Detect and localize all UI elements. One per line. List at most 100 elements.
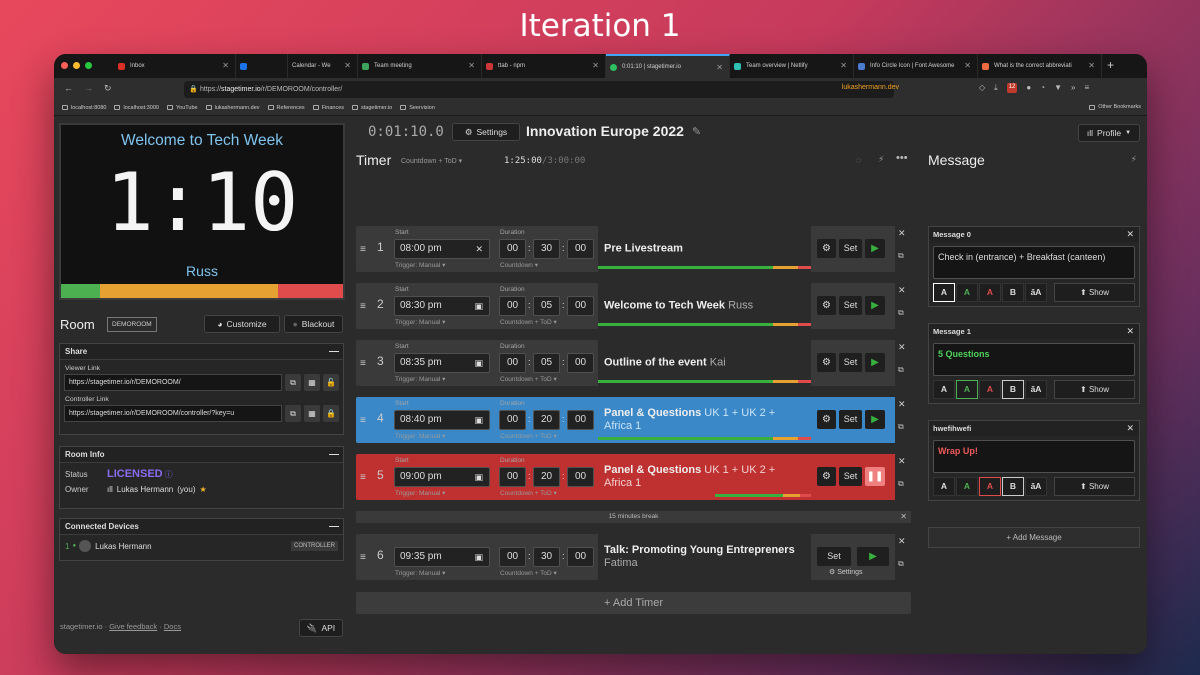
duration-hours-input[interactable]: 00 [499,547,526,567]
info-circle-icon[interactable]: ⓘ [165,469,173,480]
duplicate-icon[interactable]: ⧉ [898,559,904,569]
play-icon[interactable]: ▶ [857,547,889,566]
duplicate-icon[interactable]: ⧉ [898,365,904,375]
gear-icon[interactable]: ⚙ [817,239,836,258]
drag-handle[interactable]: ≡ 5 [356,454,390,500]
set-button[interactable]: Set [839,353,862,372]
controller-link-input[interactable]: https://stagetimer.io/r/DEMOROOM/control… [64,405,282,422]
duration-minutes-input[interactable]: 05 [533,353,560,373]
hide-eye-icon[interactable]: ◌ [856,155,861,165]
viewer-link-input[interactable]: https://stagetimer.io/r/DEMOROOM/ [64,374,282,391]
delete-icon[interactable]: ✕ [898,536,906,547]
set-button[interactable]: Set [839,296,862,315]
bold-button[interactable]: B [1002,380,1024,399]
red-color-button[interactable]: A [979,283,1001,302]
duration-seconds-input[interactable]: 00 [567,239,594,259]
duration-seconds-input[interactable]: 00 [567,296,594,316]
minimize-window-button[interactable] [73,62,80,69]
pocket-icon[interactable]: ◇ [979,83,985,93]
reload-icon[interactable]: ↻ [104,83,112,94]
close-tab-icon[interactable]: ✕ [592,61,599,70]
close-tab-icon[interactable]: ✕ [222,61,229,70]
bookmark-item[interactable]: References [267,105,305,111]
delete-icon[interactable]: ✕ [898,399,906,410]
close-icon[interactable]: ✕ [1126,227,1134,242]
duration-mode-dropdown[interactable]: Countdown + ToD ▾ [500,318,557,326]
wave-icon[interactable]: ◔ [1040,83,1045,93]
timer-title-field[interactable]: Panel & Questions UK 1 + UK 2 + Africa 1 [598,454,811,500]
duration-minutes-input[interactable]: 20 [533,467,560,487]
browser-tab-inbox[interactable]: Inbox ✕ [114,54,236,78]
timer-row[interactable]: ≡ 3 Start 08:35 pm ▣ Trigger: Manual ▾ Duratio… [356,340,911,386]
close-tab-icon[interactable]: ✕ [716,63,723,72]
play-icon[interactable]: ▶ [865,296,885,315]
duplicate-icon[interactable]: ⧉ [898,422,904,432]
duration-mode-dropdown[interactable]: Countdown + ToD ▾ [500,375,557,383]
close-tab-icon[interactable]: ✕ [468,61,475,70]
set-button[interactable]: Set [839,239,862,258]
browser-tab-abbreviation[interactable]: What is the correct abbreviati ✕ [978,54,1102,78]
white-color-button[interactable]: A [933,380,955,399]
collapse-icon[interactable]: — [329,344,339,360]
duplicate-icon[interactable]: ⧉ [898,479,904,489]
red-color-button[interactable]: A [979,477,1001,496]
bookmark-item[interactable]: YouTube [166,105,198,111]
browser-tab-fontawesome[interactable]: Info Circle Icon | Font Awesome ✕ [854,54,978,78]
delete-icon[interactable]: ✕ [898,285,906,296]
settings-link[interactable]: ⚙ Settings [829,568,863,576]
green-color-button[interactable]: A [956,283,978,302]
calendar-icon[interactable]: ▣ [474,468,483,486]
close-icon[interactable]: ✕ [1126,421,1134,436]
timer-title-field[interactable]: Outline of the event Kai [598,340,811,386]
timer-preview[interactable]: Welcome to Tech Week 1:10 Russ [59,123,345,300]
collapse-icon[interactable]: — [329,447,339,463]
timer-title-field[interactable]: Pre Livestream [598,226,811,272]
flash-icon[interactable]: ⚡ [1131,154,1137,165]
timer-title-field[interactable]: Welcome to Tech Week Russ [598,283,811,329]
delete-icon[interactable]: ✕ [898,342,906,353]
duration-seconds-input[interactable]: 00 [567,547,594,567]
event-title[interactable]: Innovation Europe 2022 [526,123,684,139]
pause-icon[interactable]: ❚❚ [865,467,885,486]
bookmark-item[interactable]: lukashermann.dev [205,105,260,111]
trigger-dropdown[interactable]: Trigger: Manual ▾ [395,432,445,440]
bookmark-item[interactable]: Finances [312,105,344,111]
set-button[interactable]: Set [839,410,862,429]
duration-minutes-input[interactable]: 30 [533,547,560,567]
duration-hours-input[interactable]: 00 [499,239,526,259]
add-timer-button[interactable]: + Add Timer [356,592,911,614]
timer-row[interactable]: ≡ 4 Start 08:40 pm ▣ Trigger: Manual ▾ Duratio… [356,397,911,443]
new-tab-plus-icon[interactable]: + [1107,58,1114,72]
show-message-button[interactable]: ⬆ Show [1054,283,1135,302]
browser-tab-calendar[interactable]: Calendar - We ✕ [288,54,358,78]
blackout-button[interactable]: ● Blackout [284,315,343,333]
start-time-input[interactable]: 09:35 pm ▣ [394,547,490,567]
timer-row[interactable]: ≡ 5 Start 09:00 pm ▣ Trigger: Manual ▾ Duratio… [356,454,911,500]
calendar-icon[interactable]: ▣ [474,354,483,372]
duration-seconds-input[interactable]: 00 [567,467,594,487]
break-divider[interactable]: 15 minutes break ✕ [356,511,911,523]
drag-handle[interactable]: ≡ 2 [356,283,390,329]
close-icon[interactable]: ✕ [900,511,907,523]
settings-button[interactable]: ⚙ Settings [452,123,520,141]
timer-title-field[interactable]: Panel & Questions UK 1 + UK 2 + Africa 1 [598,397,811,443]
extension-badge[interactable]: 12 [1006,83,1018,93]
give-feedback-link[interactable]: Give feedback [109,622,157,631]
other-bookmarks[interactable]: Other Bookmarks [1089,104,1141,110]
close-tab-icon[interactable]: ✕ [840,61,847,70]
bookmark-item[interactable]: stagetimer.io [352,105,392,111]
back-arrow-icon[interactable]: ← [64,83,73,93]
bookmark-item[interactable]: localhost:3000 [114,105,159,111]
duration-minutes-input[interactable]: 20 [533,410,560,430]
duration-mode-dropdown[interactable]: Countdown + ToD ▾ [500,432,557,440]
duration-mode-dropdown[interactable]: Countdown + ToD ▾ [500,489,557,497]
drag-handle[interactable]: ≡ 6 [356,534,390,580]
message-text-input[interactable]: 5 Questions [933,343,1135,376]
browser-tab-stagetimer[interactable]: 0:01:10 | stagetimer.io ✕ [606,54,730,78]
copy-icon[interactable]: ⧉ [285,405,301,422]
timer-row[interactable]: ≡ 2 Start 08:30 pm ▣ Trigger: Manual ▾ Duratio… [356,283,911,329]
gear-icon[interactable]: ⚙ [817,467,836,486]
delete-icon[interactable]: ✕ [898,456,906,467]
text-case-button[interactable]: āA [1025,380,1047,399]
browser-tab-netlify[interactable]: Team overview | Netlify ✕ [730,54,854,78]
